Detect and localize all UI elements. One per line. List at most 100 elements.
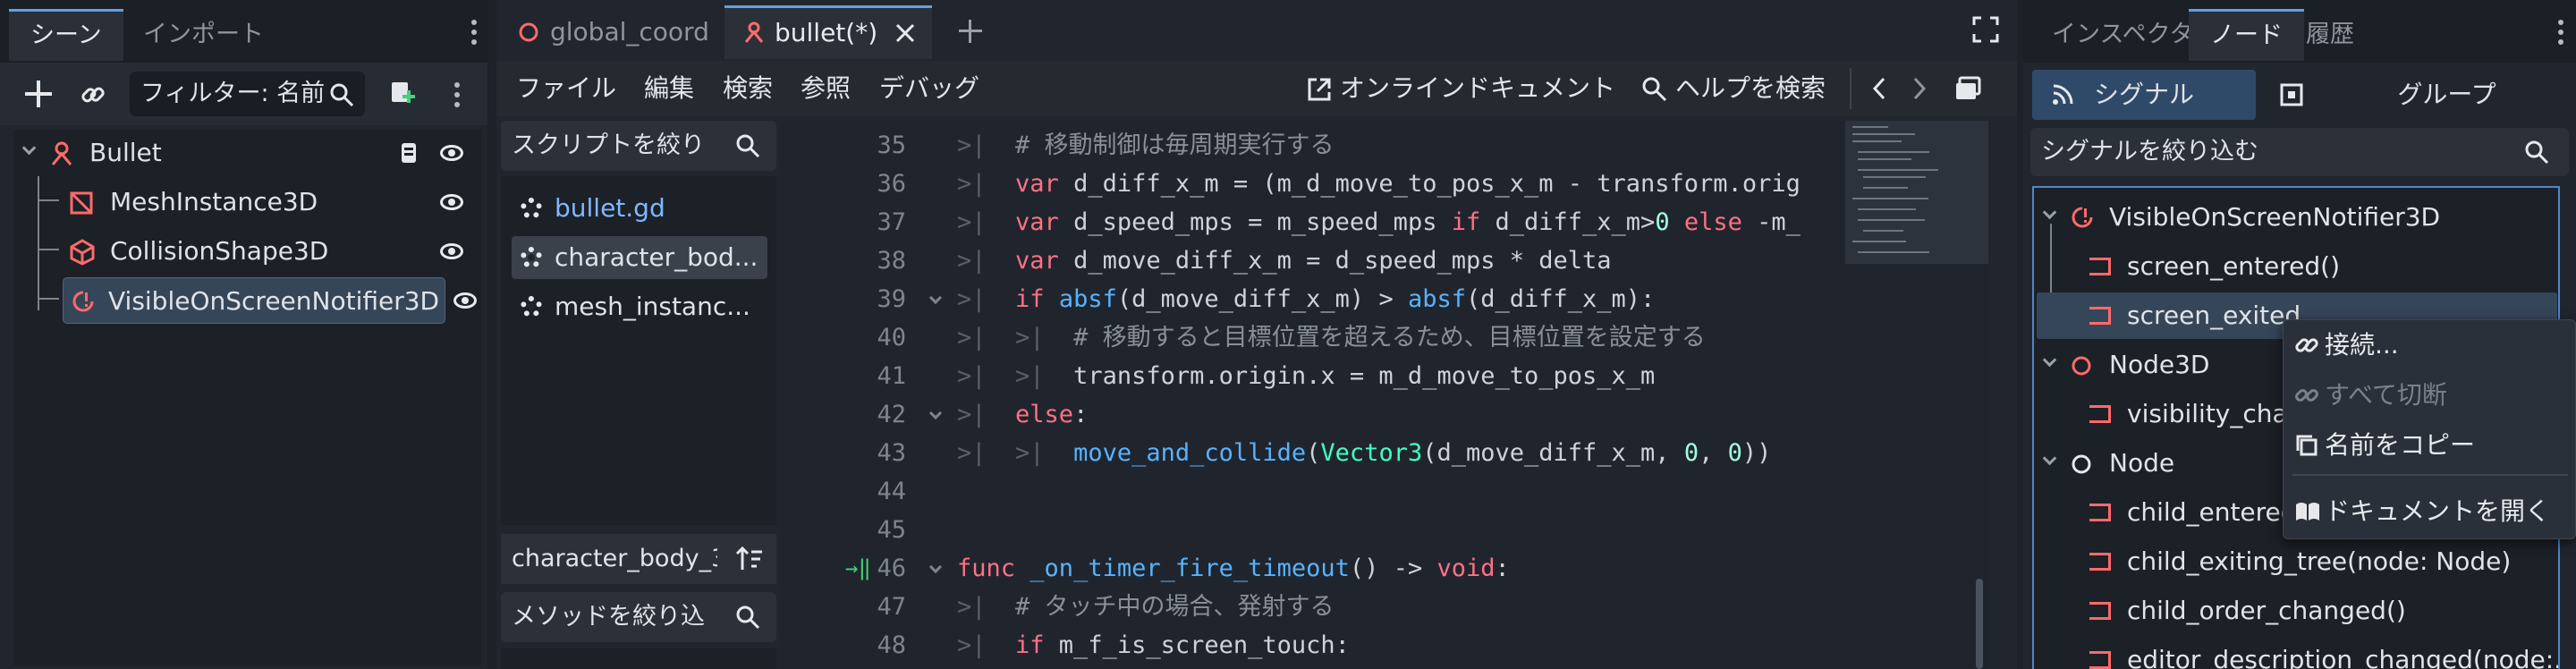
tab-label: bullet(*) [775,18,878,47]
code-editor[interactable]: 35 >| # 移動制御は毎周期実行する 36 >| var d_diff_x_m =… [781,121,1990,669]
code-line[interactable]: 44 [781,472,1836,511]
fold-chevron-icon[interactable] [928,291,943,305]
instance-scene-icon[interactable] [79,80,107,109]
chevron-down-icon[interactable] [2042,451,2057,466]
code-text: >| if m_f_is_screen_touch: [957,631,1350,659]
search-help-button[interactable]: ヘルプを検索 [1641,61,1826,116]
unlink-icon [2295,389,2318,402]
tab-scene[interactable]: シーン [9,9,123,61]
chevron-down-icon[interactable] [2042,352,2057,368]
node-dock-menu-icon[interactable] [2558,20,2563,25]
groups-button[interactable]: グループ [2261,70,2561,120]
scene-options-icon[interactable] [454,82,460,88]
code-minimap[interactable] [1845,121,1988,264]
signal-group-label: Node3D [2109,350,2210,379]
menu-debug[interactable]: デバッグ [879,61,979,116]
new-tab-icon[interactable] [957,18,984,45]
open-docs-menu-item[interactable]: ドキュメントを開く [2284,490,2570,533]
fold-chevron-icon[interactable] [928,406,943,420]
chevron-down-icon[interactable] [2042,205,2057,220]
code-scrollbar[interactable] [1976,579,1983,669]
code-line[interactable]: 48 >| if m_f_is_screen_touch: [781,626,1836,665]
visibility-eye-icon[interactable] [440,194,463,210]
list-item[interactable]: character_bod... [512,236,767,279]
tab-history[interactable]: 履歴 [2284,9,2376,61]
visibility-eye-icon[interactable] [453,292,477,309]
attach-script-icon[interactable] [386,79,417,109]
connected-signal-icon[interactable]: →‖ [845,549,871,588]
scene-dock-menu-icon[interactable] [471,20,477,25]
menu-go-to[interactable]: 参照 [801,61,851,116]
tree-item-meshinstance3d[interactable]: MeshInstance3D [13,179,481,225]
menu-separator [2292,474,2568,476]
tree-item-visibleonscreennotifier3d[interactable]: VisibleOnScreenNotifier3D [63,277,445,324]
close-icon[interactable] [894,22,916,44]
minimap-line [1863,187,1908,189]
code-line[interactable]: 36 >| var d_diff_x_m = (m_d_move_to_pos_x… [781,165,1836,203]
visibility-eye-icon[interactable] [440,243,463,259]
copy-name-menu-item[interactable]: 名前をコピー [2284,424,2570,467]
bullet-node-icon [51,141,72,165]
code-line[interactable]: 37 >| var d_speed_mps = m_speed_mps if d_… [781,203,1836,241]
menu-file[interactable]: ファイル [516,61,616,116]
code-line[interactable]: 43 >| >| move_and_collide(Vector3(d_move_… [781,434,1836,472]
code-text: >| # 移動制御は毎周期実行する [957,131,1335,159]
tab-bullet[interactable]: bullet(*) [724,5,932,59]
signal-item-editor-description[interactable]: editor_description_changed(node:... [2034,637,2558,669]
list-item[interactable]: bullet.gd [512,187,767,230]
toggle-panel-icon[interactable] [1954,75,1983,102]
node-dock-tabbar: インスペクター ノード 履歴 [2023,0,2576,63]
menu-edit[interactable]: 編集 [644,61,694,116]
line-number: 39 [877,285,906,313]
code-line[interactable]: 38 >| var d_move_diff_x_m = d_speed_mps *… [781,241,1836,280]
online-docs-button[interactable]: オンラインドキュメント [1306,61,1615,116]
signal-item-child-order[interactable]: child_order_changed() [2034,588,2558,634]
code-text: >| if absf(d_move_diff_x_m) > absf(d_dif… [957,285,1656,313]
code-text: >| >| transform.origin.x = m_d_move_to_p… [957,362,1656,390]
list-item[interactable]: mesh_instanc... [512,285,767,328]
code-line[interactable]: 35 >| # 移動制御は毎周期実行する [781,126,1836,165]
code-text: >| var d_diff_x_m = (m_d_move_to_pos_x_m… [957,170,1801,198]
code-line[interactable]: 39 >| if absf(d_move_diff_x_m) > absf(d_d… [781,280,1836,318]
bullet-node-icon [744,21,764,43]
back-icon[interactable] [1869,75,1891,102]
fullscreen-icon[interactable] [1972,16,1999,43]
fold-chevron-icon[interactable] [928,560,943,574]
forward-icon[interactable] [1908,75,1929,102]
menu-search[interactable]: 検索 [723,61,773,116]
chevron-down-icon[interactable] [21,140,37,156]
minimap-line [1852,126,1888,128]
signal-group-notifier[interactable]: VisibleOnScreenNotifier3D [2034,194,2558,241]
line-number: 40 [877,324,906,351]
signal-item-screen-entered[interactable]: screen_entered() [2034,243,2558,290]
connect-menu-item[interactable]: 接続... [2284,324,2570,367]
script-icon[interactable] [396,140,421,165]
code-text: func _on_timer_fire_timeout() -> void: [957,555,1510,582]
tree-item-collisionshape3d[interactable]: CollisionShape3D [13,228,481,275]
gear-icon [521,296,542,318]
code-line[interactable]: 42 >| else: [781,395,1836,434]
code-line[interactable]: 45 [781,511,1836,549]
sort-icon[interactable] [735,545,764,573]
add-node-icon[interactable] [23,79,54,109]
signal-arrow-icon [2089,504,2111,521]
code-line[interactable]: 41 >| >| transform.origin.x = m_d_move_to… [781,357,1836,395]
notifier-icon [72,291,94,312]
code-line[interactable]: 40 >| >| # 移動すると目標位置を超えるため、目標位置を設定する [781,318,1836,357]
code-line[interactable]: 46 →‖ func _on_timer_fire_timeout() -> voi… [781,549,1836,588]
search-help-label: ヘルプを検索 [1675,73,1826,103]
signal-item-child-exiting[interactable]: child_exiting_tree(node: Node) [2034,538,2558,585]
script-name: bullet.gd [555,193,665,223]
signal-filter-input[interactable]: シグナルを絞り込む [2030,128,2569,176]
tab-global-coord[interactable]: global_coord [496,5,720,59]
tab-import[interactable]: インポート [122,9,285,61]
code-line[interactable]: 47 >| # タッチ中の場合、発射する [781,588,1836,626]
visibility-eye-icon[interactable] [440,145,463,161]
script-menu-bar: ファイル 編集 検索 参照 デバッグ オンラインドキュメント ヘルプを検索 [496,61,2017,116]
gear-icon [521,247,542,268]
disconnect-all-menu-item[interactable]: すべて切断 [2284,374,2570,417]
script-list: bullet.gd character_bod... mesh_instanc.… [501,176,776,525]
minimap-line [1852,241,1906,242]
signals-button[interactable]: シグナル [2032,70,2256,120]
tree-item-bullet[interactable]: Bullet [13,130,481,176]
